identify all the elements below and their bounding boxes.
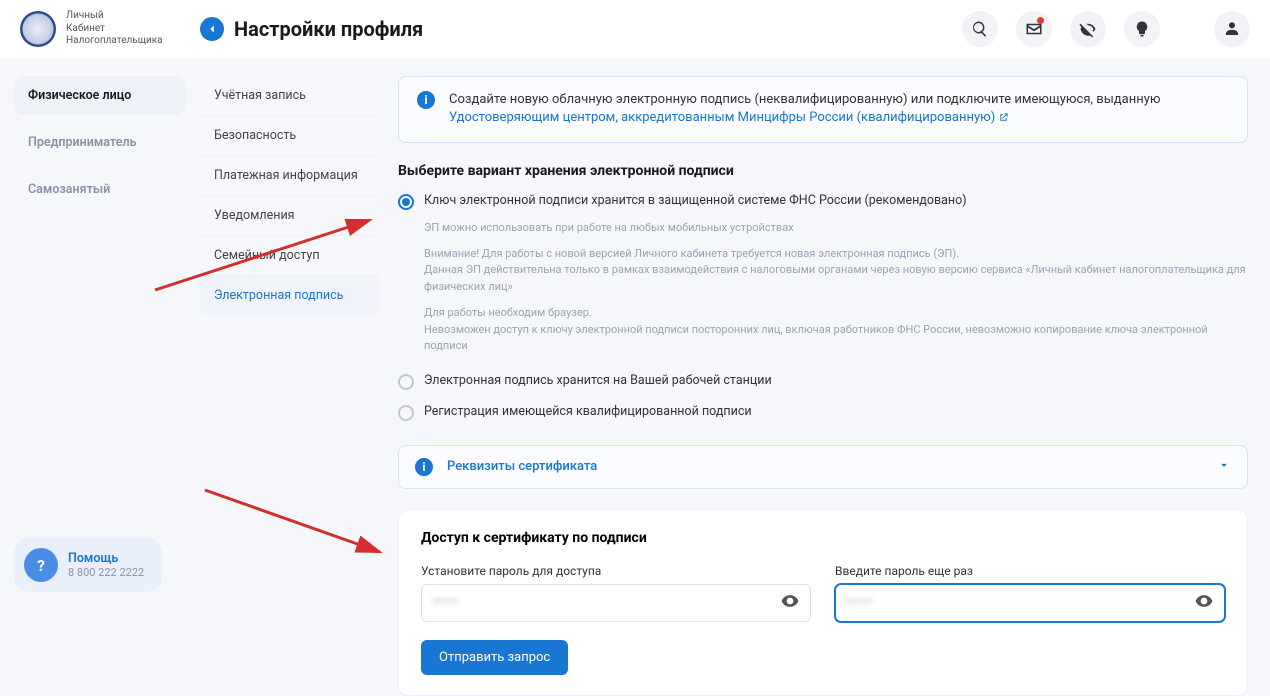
- eye-icon: [780, 591, 800, 611]
- back-button[interactable]: [200, 17, 224, 41]
- help-widget[interactable]: ? Помощь 8 800 222 2222: [14, 538, 162, 592]
- theme-button[interactable]: [1124, 11, 1160, 47]
- role-tab-entrepreneur[interactable]: Предприниматель: [14, 123, 186, 162]
- password-label: Установите пароль для доступа: [421, 564, 811, 578]
- chevron-down-icon: [1217, 458, 1231, 476]
- search-button[interactable]: [962, 11, 998, 47]
- profile-button[interactable]: [1214, 11, 1250, 47]
- visibility-button[interactable]: [1070, 11, 1106, 47]
- certificate-access-card: Доступ к сертификату по подписи Установи…: [398, 509, 1248, 696]
- info-banner: i Создайте новую облачную электронную по…: [398, 76, 1248, 144]
- eye-off-icon: [1079, 20, 1097, 38]
- notification-dot: [1037, 17, 1044, 24]
- info-icon: i: [415, 458, 433, 476]
- subnav-account[interactable]: Учётная запись: [200, 76, 380, 116]
- subnav-security[interactable]: Безопасность: [200, 116, 380, 156]
- radio-option-fns-cloud[interactable]: [398, 194, 414, 210]
- help-icon: ?: [24, 548, 58, 582]
- radio-note: Внимание! Для работы с новой версией Лич…: [424, 246, 1248, 296]
- logo-text: Личный Кабинет Налогоплательщика: [66, 10, 163, 48]
- role-tab-self-employed[interactable]: Самозанятый: [14, 170, 186, 209]
- toggle-visibility-button[interactable]: [1194, 591, 1214, 615]
- submit-button[interactable]: Отправить запрос: [421, 640, 568, 675]
- radio-subtext: ЭП можно использовать при работе на любы…: [424, 220, 1248, 235]
- eye-icon: [1194, 591, 1214, 611]
- storage-section-title: Выберите вариант хранения электронной по…: [398, 163, 1248, 179]
- page-title: Настройки профиля: [234, 17, 423, 41]
- banner-text: Создайте новую облачную электронную подп…: [449, 92, 1160, 107]
- radio-label: Электронная подпись хранится на Вашей ра…: [424, 373, 772, 388]
- radio-label: Ключ электронной подписи хранится в защи…: [424, 193, 967, 208]
- password-input-wrapper: [421, 584, 811, 622]
- subnav-esign[interactable]: Электронная подпись: [200, 276, 380, 315]
- search-icon: [971, 20, 989, 38]
- role-tab-individual[interactable]: Физическое лицо: [14, 76, 186, 115]
- toggle-visibility-button[interactable]: [780, 591, 800, 615]
- collapsible-title: Реквизиты сертификата: [447, 459, 1203, 474]
- help-title: Помощь: [68, 551, 144, 566]
- radio-note: Для работы необходим браузер. Невозможен…: [424, 305, 1248, 355]
- messages-button[interactable]: [1016, 11, 1052, 47]
- arrow-left-icon: [205, 22, 219, 36]
- password-input[interactable]: [432, 595, 780, 610]
- external-link-icon: [998, 112, 1009, 123]
- subnav-notifications[interactable]: Уведомления: [200, 196, 380, 236]
- banner-link[interactable]: Удостоверяющим центром, аккредитованным …: [449, 110, 1009, 125]
- info-icon: i: [417, 91, 435, 109]
- password-confirm-label: Введите пароль еще раз: [835, 564, 1225, 578]
- user-icon: [1223, 20, 1241, 38]
- password-confirm-input-wrapper: [835, 584, 1225, 622]
- certificate-details-toggle[interactable]: i Реквизиты сертификата: [398, 445, 1248, 489]
- app-logo[interactable]: Личный Кабинет Налогоплательщика: [20, 10, 200, 48]
- lightbulb-icon: [1133, 20, 1151, 38]
- subnav-payment[interactable]: Платежная информация: [200, 156, 380, 196]
- help-phone: 8 800 222 2222: [68, 566, 144, 579]
- subnav-family[interactable]: Семейный доступ: [200, 236, 380, 276]
- radio-option-local[interactable]: [398, 374, 414, 390]
- radio-option-register-existing[interactable]: [398, 405, 414, 421]
- radio-label: Регистрация имеющейся квалифицированной …: [424, 404, 752, 419]
- emblem-icon: [20, 11, 56, 47]
- access-title: Доступ к сертификату по подписи: [421, 530, 1225, 546]
- password-confirm-input[interactable]: [846, 595, 1194, 610]
